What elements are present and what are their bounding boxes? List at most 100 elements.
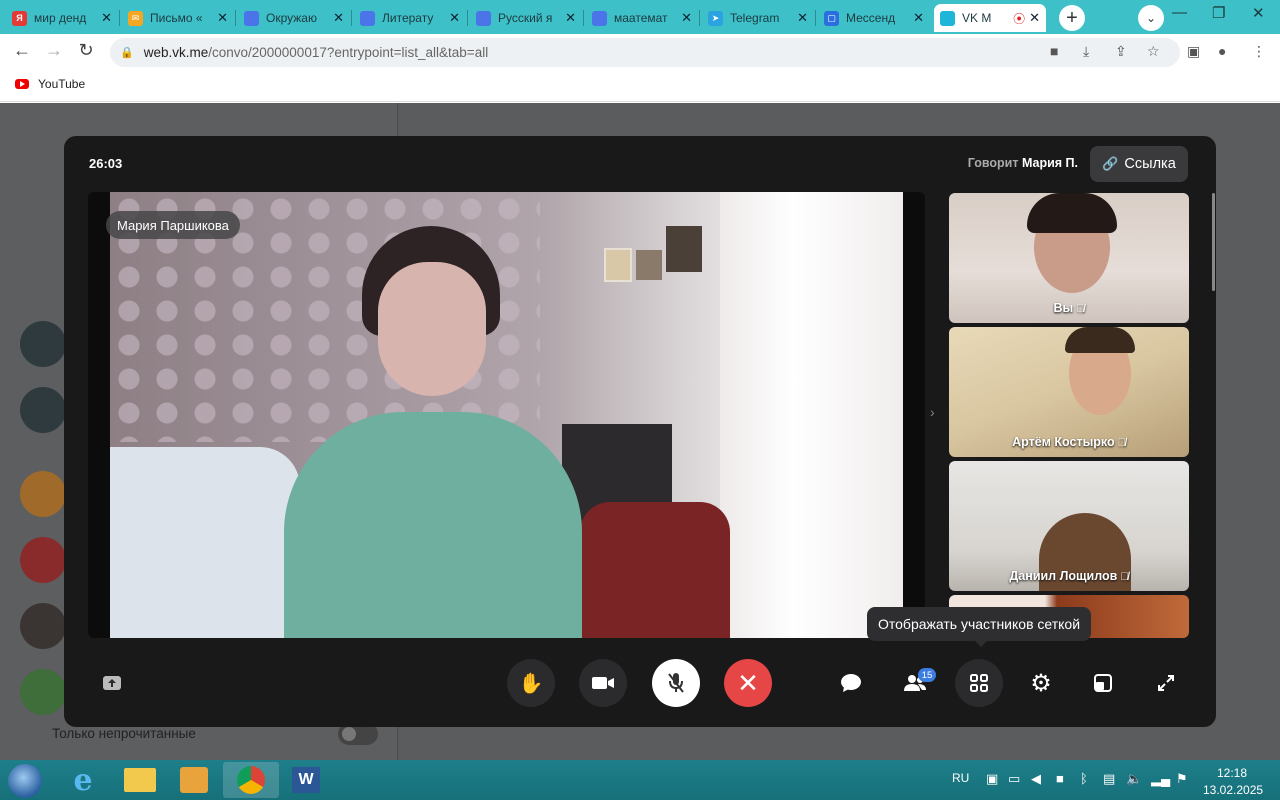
minimize-icon[interactable]: — <box>1172 4 1187 21</box>
participant-tile-you[interactable]: Вы 🎙̸ <box>949 193 1189 323</box>
forward-icon[interactable]: → <box>42 40 66 61</box>
browser-tab[interactable]: Русский я ✕ <box>470 4 582 32</box>
participants-count-badge: 15 <box>918 668 936 682</box>
youtube-icon <box>15 79 29 89</box>
tab-separator <box>235 10 236 26</box>
lock-icon: 🔒 <box>120 47 134 59</box>
fullscreen-button[interactable] <box>1142 659 1190 707</box>
browser-tab[interactable]: VK M ⦿ ✕ <box>934 4 1046 32</box>
volume-icon[interactable]: ◀ <box>1031 771 1041 787</box>
window-close-icon[interactable]: ✕ <box>1252 4 1265 22</box>
tab-close-icon[interactable]: ✕ <box>101 10 112 26</box>
clock-time[interactable]: 12:18 <box>1217 766 1247 780</box>
start-button[interactable] <box>8 764 42 798</box>
tab-search-button[interactable]: ⌄ <box>1138 5 1164 31</box>
bookmark-star-icon[interactable]: ☆ <box>1147 43 1160 60</box>
bookmark-youtube[interactable]: YouTube <box>38 77 85 91</box>
browser-tab[interactable]: маатемат ✕ <box>586 4 698 32</box>
participants-button[interactable] <box>891 659 939 707</box>
tab-close-icon[interactable]: ✕ <box>449 10 460 26</box>
camera-permission-icon[interactable]: ■ <box>1050 43 1058 59</box>
tab-close-icon[interactable]: ✕ <box>1029 10 1040 26</box>
chevron-right-icon[interactable]: › <box>930 404 935 420</box>
close-icon: ✕ <box>737 667 759 698</box>
grid-view-button[interactable] <box>955 659 1003 707</box>
browser-tab[interactable]: ▢ Мессенд ✕ <box>818 4 930 32</box>
microphone-toggle-button[interactable] <box>652 659 700 707</box>
address-bar[interactable]: 🔒 web.vk.me/convo/2000000017?entrypoint=… <box>110 38 1180 67</box>
hand-icon: ✋ <box>518 672 544 695</box>
tab-close-icon[interactable]: ✕ <box>565 10 576 26</box>
settings-button[interactable]: ⚙ <box>1017 659 1065 707</box>
language-indicator[interactable]: RU <box>952 771 969 785</box>
tray-usb-icon[interactable]: ▤ <box>1103 771 1115 787</box>
signal-icon[interactable]: ▂▄ <box>1151 771 1170 787</box>
side-panel-icon[interactable]: ▣ <box>1187 43 1200 60</box>
avatar <box>20 537 66 583</box>
call-timer: 26:03 <box>89 156 123 171</box>
speaker-icon[interactable]: 🔈 <box>1126 771 1142 787</box>
browser-tab[interactable]: Ямир денд ✕ <box>6 4 118 32</box>
end-call-button[interactable]: ✕ <box>724 659 772 707</box>
tab-separator <box>467 10 468 26</box>
tab-close-icon[interactable]: ✕ <box>913 10 924 26</box>
browser-tab-title: Мессенд <box>846 11 896 25</box>
grid-icon <box>970 674 988 692</box>
taskbar-explorer[interactable] <box>112 762 168 798</box>
profile-icon[interactable]: ● <box>1218 43 1226 59</box>
share-icon[interactable]: ⇪ <box>1115 43 1127 60</box>
participants-scrollbar[interactable] <box>1212 193 1215 291</box>
mail-icon: ✉ <box>128 10 143 26</box>
muted-mic-icon: 🎙̸ <box>1117 437 1126 449</box>
nvidia-icon[interactable]: ■ <box>1056 771 1064 786</box>
participant-tile[interactable]: Артём Костырко 🎙̸ <box>949 327 1189 457</box>
chrome-icon <box>237 766 265 794</box>
install-icon[interactable]: ⤓ <box>1083 43 1089 60</box>
call-link-label: Ссылка <box>1124 156 1176 172</box>
network-icon[interactable]: ⚑ <box>1176 771 1188 787</box>
tab-close-icon[interactable]: ✕ <box>217 10 228 26</box>
browser-tab[interactable]: ✉ Письмо « ✕ <box>122 4 234 32</box>
chat-button[interactable] <box>827 659 875 707</box>
tab-close-icon[interactable]: ✕ <box>333 10 344 26</box>
taskbar-internet-explorer[interactable]: e <box>55 762 111 798</box>
word-icon: W <box>292 767 320 793</box>
participant-tile[interactable]: Даниил Лощилов 🎙̸ <box>949 461 1189 591</box>
link-icon: 🔗 <box>1102 156 1119 171</box>
video-bed <box>110 447 300 638</box>
browser-tab-strip: Ямир денд ✕ ✉ Письмо «✕ Окружаю ✕ Литерату ✕ Рус… <box>0 0 1280 34</box>
camera-toggle-button[interactable] <box>579 659 627 707</box>
avatar <box>20 387 66 433</box>
media-icon <box>180 767 208 793</box>
tray-display-icon[interactable]: ▭ <box>1008 771 1020 787</box>
tab-close-icon[interactable]: ✕ <box>797 10 808 26</box>
call-link-button[interactable]: 🔗 Ссылка <box>1090 146 1188 182</box>
tab-separator <box>119 10 120 26</box>
menu-icon[interactable]: ⋮ <box>1252 43 1266 60</box>
new-tab-button[interactable]: + <box>1059 5 1085 31</box>
video-person-face <box>378 262 486 396</box>
browser-tab-title: Литерату <box>382 11 434 25</box>
taskbar-media-player[interactable] <box>166 762 222 798</box>
bluetooth-icon[interactable]: ᛒ <box>1080 771 1088 786</box>
picture-in-picture-button[interactable] <box>1079 659 1127 707</box>
taskbar-word[interactable]: W <box>278 762 334 798</box>
speaking-indicator: Говорит Мария П. <box>968 156 1078 170</box>
browser-tab[interactable]: ➤ Telegram ✕ <box>702 4 814 32</box>
main-video-tile[interactable]: Мария Паршикова <box>88 192 925 638</box>
video-call-window: 26:03 Говорит Мария П. 🔗 Ссылка Мария Пар… <box>64 136 1216 727</box>
back-icon[interactable]: ← <box>10 40 34 61</box>
browser-tab[interactable]: Литерату ✕ <box>354 4 466 32</box>
messenger-icon: ▢ <box>824 10 839 26</box>
raise-hand-button[interactable]: ✋ <box>507 659 555 707</box>
screen-share-button[interactable] <box>88 659 136 707</box>
browser-tab[interactable]: Окружаю ✕ <box>238 4 350 32</box>
taskbar-chrome[interactable] <box>223 762 279 798</box>
clock-date[interactable]: 13.02.2025 <box>1203 783 1263 797</box>
tab-separator <box>583 10 584 26</box>
reload-icon[interactable]: ↻ <box>74 40 98 61</box>
tray-app-icon[interactable]: ▣ <box>986 771 998 787</box>
restore-icon[interactable]: ❐ <box>1212 4 1225 22</box>
browser-toolbar: ← → ↻ 🔒 web.vk.me/convo/2000000017?entry… <box>0 34 1280 70</box>
tab-close-icon[interactable]: ✕ <box>681 10 692 26</box>
